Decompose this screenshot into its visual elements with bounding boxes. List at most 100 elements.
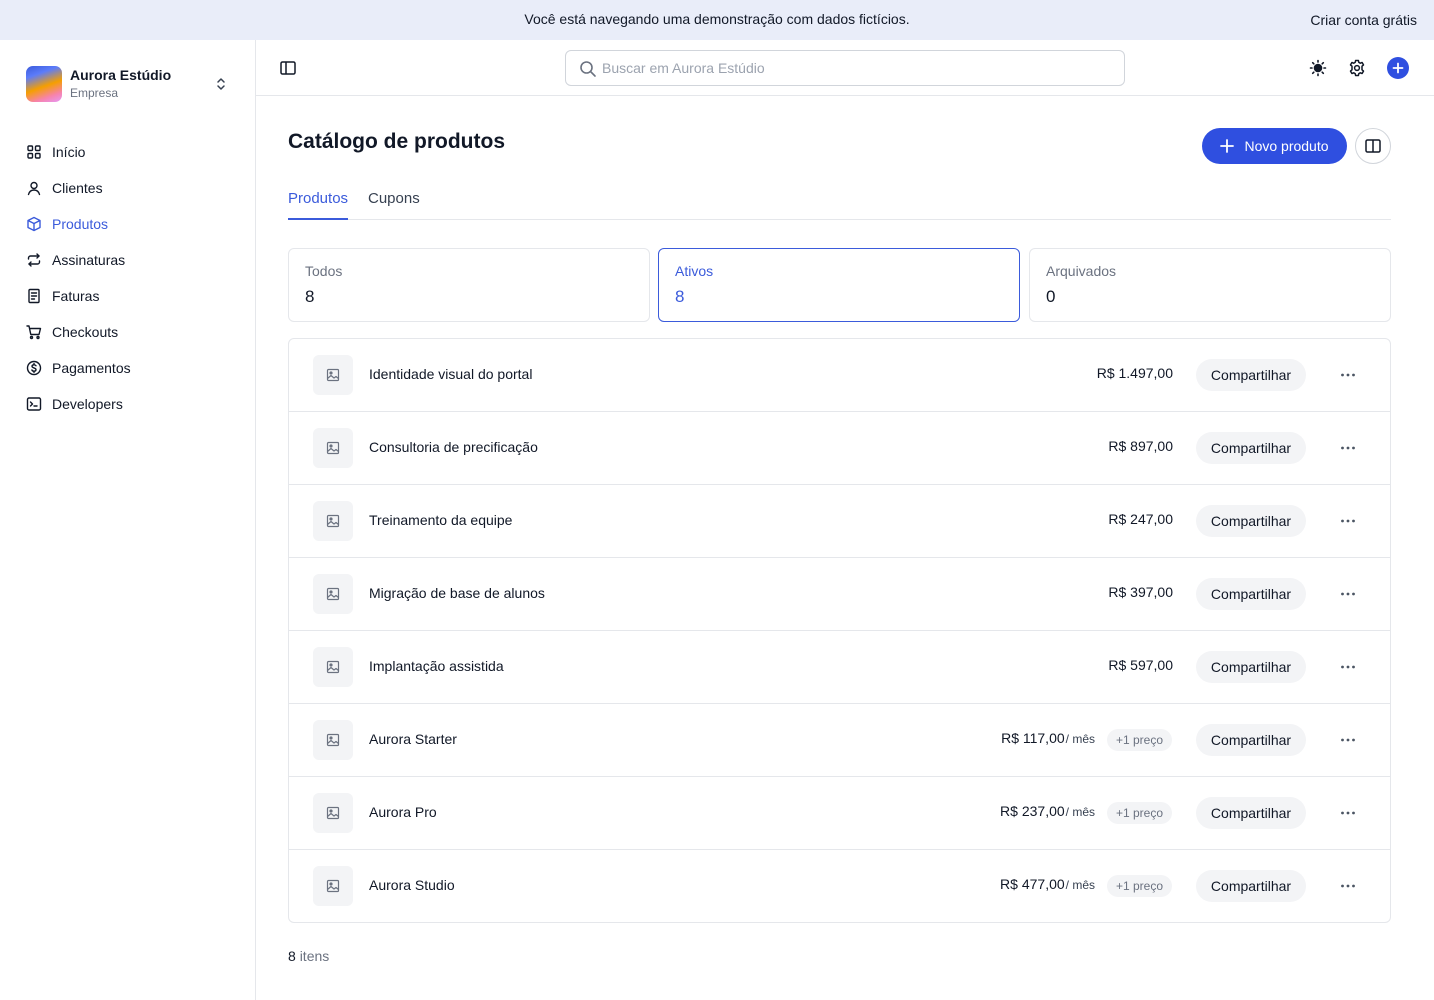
product-thumbnail bbox=[313, 428, 353, 468]
sidebar-item-checkouts[interactable]: Checkouts bbox=[16, 314, 240, 350]
repeat-icon bbox=[27, 253, 41, 267]
search-box bbox=[565, 50, 1125, 86]
price-amount: R$ 1.497,00 bbox=[1096, 365, 1173, 381]
filter-count: 8 bbox=[675, 287, 685, 306]
share-button[interactable]: Compartilhar bbox=[1196, 797, 1306, 829]
search-icon bbox=[580, 61, 596, 77]
new-product-button[interactable]: Novo produto bbox=[1202, 128, 1347, 164]
product-row[interactable]: Aurora Pro R$ 237,00/ mês +1 preço Comparti… bbox=[289, 777, 1390, 850]
product-price: R$ 897,00 bbox=[1108, 438, 1173, 454]
image-icon bbox=[326, 660, 340, 674]
price-amount: R$ 397,00 bbox=[1108, 584, 1173, 600]
more-options-icon[interactable] bbox=[1338, 584, 1358, 604]
product-name[interactable]: Migração de base de alunos bbox=[369, 585, 545, 601]
sidebar-item-produtos[interactable]: Produtos bbox=[16, 206, 240, 242]
org-switcher[interactable]: Aurora Estúdio Empresa bbox=[26, 66, 236, 102]
product-price: R$ 117,00/ mês bbox=[1001, 730, 1095, 746]
sidebar-item-label: Produtos bbox=[52, 216, 109, 232]
price-amount: R$ 117,00 bbox=[1001, 730, 1065, 746]
filter-arquivados[interactable]: Arquivados 0 bbox=[1029, 248, 1391, 322]
product-name[interactable]: Implantação assistida bbox=[369, 658, 504, 674]
price-period: / mês bbox=[1065, 732, 1095, 746]
item-count: 8 itens bbox=[288, 948, 329, 964]
filter-count: 8 bbox=[305, 287, 315, 306]
product-thumbnail bbox=[313, 501, 353, 541]
product-price: R$ 397,00 bbox=[1108, 584, 1173, 600]
product-name[interactable]: Identidade visual do portal bbox=[369, 366, 532, 382]
more-options-icon[interactable] bbox=[1338, 657, 1358, 677]
product-list: Identidade visual do portal R$ 1.497,00 Co… bbox=[288, 338, 1391, 923]
more-options-icon[interactable] bbox=[1338, 730, 1358, 750]
product-row[interactable]: Identidade visual do portal R$ 1.497,00 Co… bbox=[289, 339, 1390, 412]
more-options-icon[interactable] bbox=[1338, 511, 1358, 531]
sidebar-item-label: Clientes bbox=[52, 180, 103, 196]
product-name[interactable]: Consultoria de precificação bbox=[369, 439, 538, 455]
plus-icon bbox=[1220, 139, 1235, 153]
item-count-number: 8 bbox=[288, 948, 296, 964]
quick-create-button[interactable] bbox=[1387, 57, 1409, 79]
gear-icon[interactable] bbox=[1347, 58, 1367, 78]
org-logo bbox=[26, 66, 62, 102]
sidebar-toggle-icon[interactable] bbox=[278, 58, 298, 78]
sidebar-item-pagamentos[interactable]: Pagamentos bbox=[16, 350, 240, 386]
product-name[interactable]: Treinamento da equipe bbox=[369, 512, 512, 528]
product-row[interactable]: Aurora Studio R$ 477,00/ mês +1 preço Compa… bbox=[289, 850, 1390, 922]
image-icon bbox=[326, 806, 340, 820]
more-options-icon[interactable] bbox=[1338, 803, 1358, 823]
product-price: R$ 1.497,00 bbox=[1097, 365, 1173, 381]
product-name[interactable]: Aurora Studio bbox=[369, 877, 455, 893]
product-thumbnail bbox=[313, 720, 353, 760]
price-period: / mês bbox=[1065, 805, 1095, 819]
sidebar-item-clientes[interactable]: Clientes bbox=[16, 170, 240, 206]
receipt-icon bbox=[28, 288, 40, 304]
more-options-icon[interactable] bbox=[1338, 438, 1358, 458]
filter-label: Todos bbox=[305, 263, 343, 279]
cart-icon bbox=[26, 325, 42, 340]
share-button[interactable]: Compartilhar bbox=[1196, 432, 1306, 464]
share-button[interactable]: Compartilhar bbox=[1196, 651, 1306, 683]
user-icon bbox=[27, 181, 41, 196]
filter-label: Arquivados bbox=[1046, 263, 1117, 279]
status-filters: Todos 8 Ativos 8 Arquivados 0 bbox=[288, 248, 1391, 322]
page-title: Catálogo de produtos bbox=[288, 130, 505, 153]
image-icon bbox=[326, 514, 340, 528]
price-amount: R$ 897,00 bbox=[1108, 438, 1173, 454]
chevron-up-down-icon bbox=[217, 78, 225, 90]
product-name[interactable]: Aurora Pro bbox=[369, 804, 437, 820]
share-button[interactable]: Compartilhar bbox=[1196, 359, 1306, 391]
tab-cupons[interactable]: Cupons bbox=[368, 190, 420, 220]
sidebar-nav: Início Clientes Produtos Assinaturas Fat… bbox=[16, 134, 240, 422]
docs-button[interactable] bbox=[1355, 128, 1391, 164]
sidebar-item-label: Assinaturas bbox=[52, 252, 126, 268]
share-button[interactable]: Compartilhar bbox=[1196, 724, 1306, 756]
sidebar-item-label: Checkouts bbox=[52, 324, 119, 340]
sidebar-item-inicio[interactable]: Início bbox=[16, 134, 240, 170]
product-price: R$ 237,00/ mês bbox=[1000, 803, 1095, 819]
sidebar-item-assinaturas[interactable]: Assinaturas bbox=[16, 242, 240, 278]
product-row[interactable]: Aurora Starter R$ 117,00/ mês +1 preço Comp… bbox=[289, 704, 1390, 777]
tab-produtos[interactable]: Produtos bbox=[288, 190, 349, 220]
sun-icon[interactable] bbox=[1308, 58, 1328, 78]
product-row[interactable]: Migração de base de alunos R$ 397,00 Compa… bbox=[289, 558, 1390, 631]
filter-ativos[interactable]: Ativos 8 bbox=[658, 248, 1020, 322]
plus-icon bbox=[1392, 62, 1404, 74]
share-button[interactable]: Compartilhar bbox=[1196, 578, 1306, 610]
share-button[interactable]: Compartilhar bbox=[1196, 870, 1306, 902]
filter-count: 0 bbox=[1046, 287, 1056, 306]
image-icon bbox=[326, 368, 340, 382]
sidebar-item-label: Developers bbox=[52, 396, 123, 412]
create-account-link[interactable]: Criar conta grátis bbox=[1310, 12, 1417, 28]
product-row[interactable]: Implantação assistida R$ 597,00 Compartilh… bbox=[289, 631, 1390, 704]
sidebar-item-faturas[interactable]: Faturas bbox=[16, 278, 240, 314]
more-options-icon[interactable] bbox=[1338, 876, 1358, 896]
product-row[interactable]: Consultoria de precificação R$ 897,00 Comp… bbox=[289, 412, 1390, 485]
product-name[interactable]: Aurora Starter bbox=[369, 731, 457, 747]
product-thumbnail bbox=[313, 647, 353, 687]
more-options-icon[interactable] bbox=[1338, 365, 1358, 385]
sidebar-item-developers[interactable]: Developers bbox=[16, 386, 240, 422]
book-open-icon bbox=[1365, 139, 1381, 153]
share-button[interactable]: Compartilhar bbox=[1196, 505, 1306, 537]
filter-todos[interactable]: Todos 8 bbox=[288, 248, 650, 322]
product-row[interactable]: Treinamento da equipe R$ 247,00 Compartilh… bbox=[289, 485, 1390, 558]
search-input[interactable] bbox=[602, 51, 1112, 85]
